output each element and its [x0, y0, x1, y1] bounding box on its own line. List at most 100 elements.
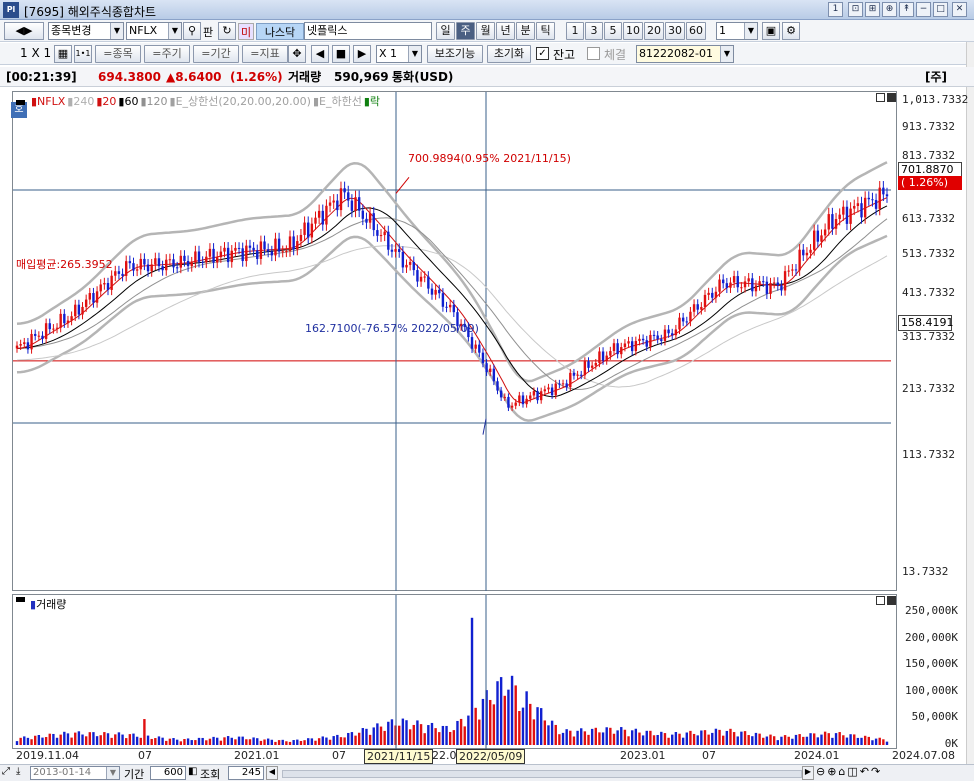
period-input[interactable]: 600	[150, 766, 186, 780]
save-icon[interactable]: ▣	[762, 22, 780, 40]
volume-bar	[26, 737, 30, 745]
zoom-tools-icon[interactable]: ⊖⊕⌂◫↶↷	[816, 765, 882, 778]
candle-body	[77, 304, 81, 315]
grid-icon[interactable]: ▦	[54, 45, 72, 63]
period-tab-4[interactable]: 분	[516, 22, 535, 40]
scroll-left-icon[interactable]: ◀	[311, 45, 329, 63]
period-tab-0[interactable]: 일	[436, 22, 455, 40]
candle-body	[332, 200, 335, 203]
volume-bar	[368, 734, 372, 745]
candle-body	[641, 338, 645, 341]
period-tool-icon[interactable]: ⤓	[16, 766, 20, 777]
price-y-label: 913.7332	[902, 120, 955, 134]
candle-body	[845, 206, 849, 224]
close-icon[interactable]: ✕	[952, 2, 967, 17]
move-crosshair-icon[interactable]: ✥	[288, 45, 306, 63]
price-plot[interactable]	[13, 92, 897, 591]
period-tab-1[interactable]: 주	[456, 22, 475, 40]
screen-number-button[interactable]: 1	[828, 2, 843, 17]
volume-bar	[838, 732, 841, 745]
symbol-input[interactable]: NFLX ▼	[126, 22, 182, 40]
volume-bar	[674, 731, 678, 745]
volume-bar	[328, 739, 332, 745]
scroll-right-icon[interactable]: ▶	[353, 45, 371, 63]
trade-label: 체결	[604, 48, 627, 62]
interval-button-20[interactable]: 20	[644, 22, 664, 40]
interval-button-3[interactable]: 3	[585, 22, 603, 40]
volume-bar	[565, 729, 568, 745]
candle-body	[700, 306, 703, 310]
volume-bar	[539, 708, 543, 745]
settings-gear-icon[interactable]: ⚙	[782, 22, 800, 40]
volume-bar	[419, 724, 423, 745]
maximize-icon[interactable]: □	[933, 2, 948, 17]
candle-body	[416, 270, 419, 282]
sync-period-button[interactable]: =주기	[144, 45, 190, 63]
candle-body	[660, 339, 663, 341]
candle-body	[405, 264, 408, 268]
candle-body	[41, 335, 44, 339]
scroll-right-small-icon[interactable]: ▶	[802, 766, 814, 780]
tile-icon[interactable]: ⊞	[865, 2, 880, 17]
volume-bar	[529, 703, 532, 745]
lookup-input[interactable]: 245	[228, 766, 264, 780]
interval-button-30[interactable]: 30	[665, 22, 685, 40]
volume-bar	[521, 707, 525, 745]
refresh-icon[interactable]: ↻	[218, 22, 236, 40]
sync-indicator-button[interactable]: =지표	[242, 45, 288, 63]
account-select[interactable]: 81222082-01 ▼	[636, 45, 734, 63]
lookup-label: 조회	[200, 768, 221, 781]
zoom-icon[interactable]: ⊕	[882, 2, 897, 17]
candle-body	[681, 317, 685, 322]
lookup-icon[interactable]: ◧	[188, 766, 197, 777]
candle-body	[325, 205, 328, 225]
period-tab-5[interactable]: 틱	[536, 22, 555, 40]
volume-bar	[845, 737, 849, 745]
balance-checkbox[interactable]: ✓	[536, 47, 549, 60]
balance-label: 잔고	[553, 48, 576, 62]
volume-plot[interactable]	[13, 595, 897, 749]
stop-icon[interactable]: ■	[332, 45, 350, 63]
multiplier-select[interactable]: X 1 ▼	[376, 45, 422, 63]
candle-body	[652, 334, 656, 336]
candle-body	[106, 283, 110, 290]
interval-button-60[interactable]: 60	[686, 22, 706, 40]
reset-button[interactable]: 초기화	[487, 45, 531, 63]
trade-checkbox[interactable]	[587, 47, 600, 60]
volume-bar	[827, 733, 830, 745]
right-edge-scroll[interactable]	[966, 42, 974, 780]
search-mode-select[interactable]: 종목변경 ▼	[48, 22, 124, 40]
interval-button-5[interactable]: 5	[604, 22, 622, 40]
quote-time: [00:21:39]	[6, 70, 77, 84]
count-select[interactable]: 1 ▼	[716, 22, 758, 40]
interval-button-1[interactable]: 1	[566, 22, 584, 40]
pin-icon[interactable]: ↟	[899, 2, 914, 17]
volume-bar	[135, 736, 139, 745]
volume-bar	[692, 733, 696, 745]
single-chart-icon[interactable]: 1•1	[74, 45, 92, 63]
sync-range-button[interactable]: =기간	[193, 45, 239, 63]
history-arrows-icon[interactable]: ◀▶	[4, 22, 44, 40]
volume-bar	[823, 731, 827, 745]
low-line-box: 158.4191	[898, 315, 954, 331]
horizontal-scrollbar[interactable]	[282, 770, 802, 778]
period-tab-3[interactable]: 년	[496, 22, 515, 40]
minimize-to-tray-icon[interactable]: ⊡	[848, 2, 863, 17]
start-date-select[interactable]: 2013-01-14 ▼	[30, 766, 120, 780]
minimize-icon[interactable]: −	[916, 2, 931, 17]
price-y-label: 813.7332	[902, 148, 955, 162]
candle-body	[496, 381, 499, 391]
sync-symbol-button[interactable]: =종목	[95, 45, 141, 63]
aux-functions-button[interactable]: 보조기능	[427, 45, 483, 63]
draw-tool-icon[interactable]: ⤢	[2, 766, 10, 777]
candle-body	[387, 231, 390, 250]
candle-body	[285, 251, 288, 253]
candle-body	[721, 279, 725, 284]
search-icon[interactable]: ⚲	[183, 22, 201, 40]
period-tab-2[interactable]: 월	[476, 22, 495, 40]
interval-button-10[interactable]: 10	[623, 22, 643, 40]
scroll-left-small-icon[interactable]: ◀	[266, 766, 278, 780]
candle-body	[671, 333, 674, 336]
volume-bar	[103, 732, 106, 745]
volume-bar	[77, 731, 81, 745]
